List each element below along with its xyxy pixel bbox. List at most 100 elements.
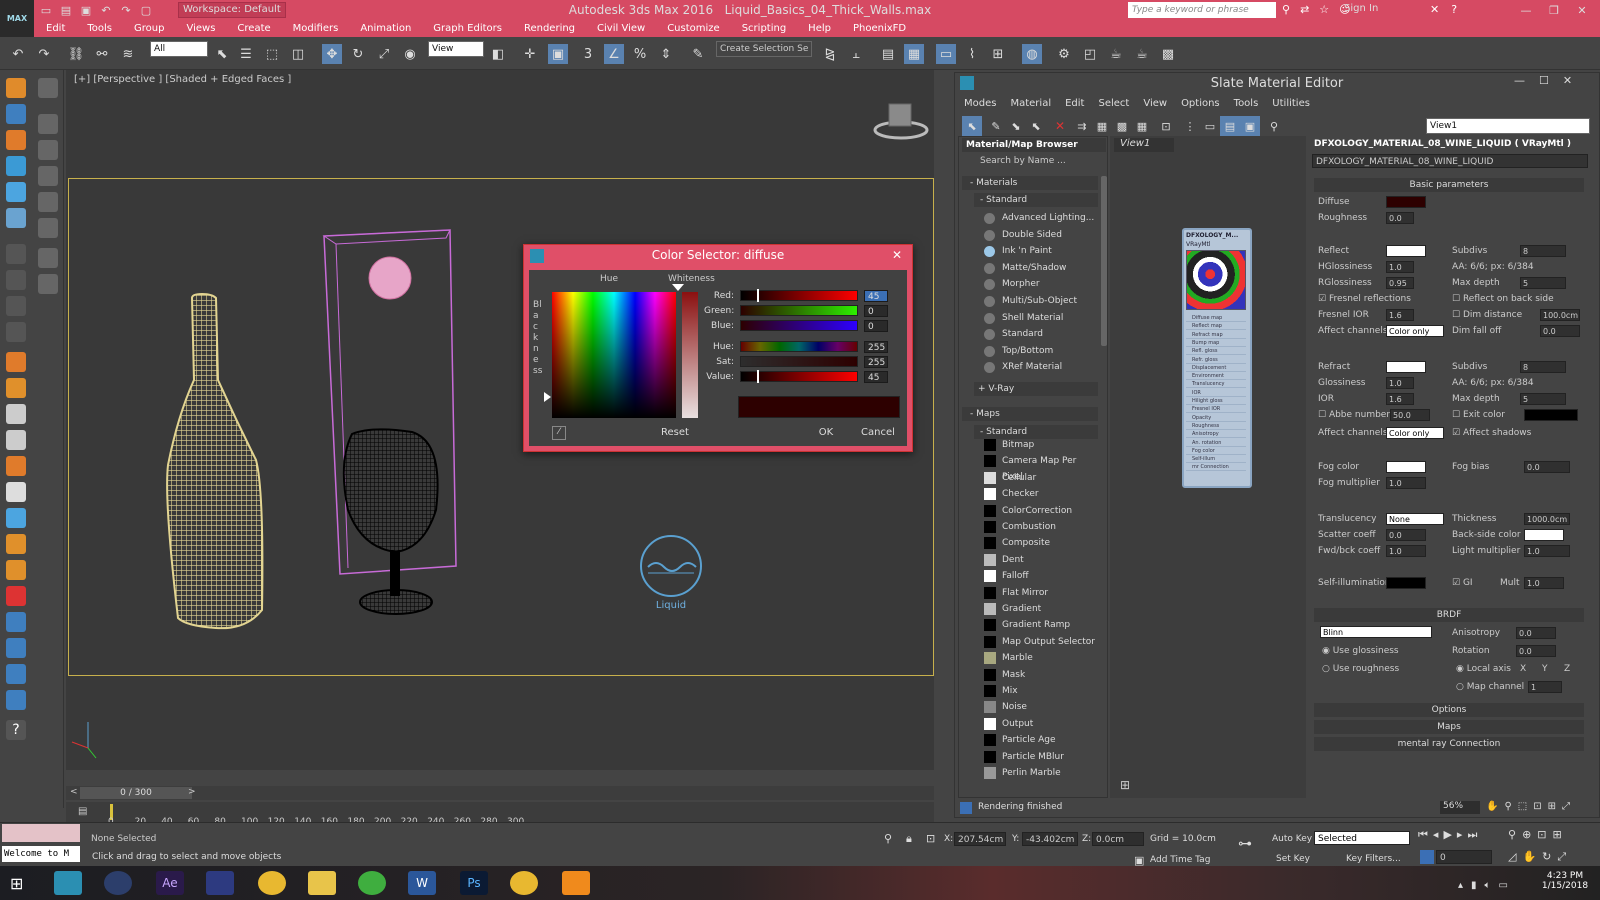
minimize-icon[interactable]: — [1514,74,1525,87]
material-item[interactable]: Shell Material [978,310,1098,326]
select-by-material-icon[interactable]: ⚲ [1264,116,1284,136]
wind-icon[interactable] [6,430,26,450]
menu-graph-editors[interactable]: Graph Editors [433,23,502,34]
sphere-icon[interactable] [38,114,58,134]
menu-tools[interactable]: Tools [87,23,112,34]
menu-civil-view[interactable]: Civil View [597,23,645,34]
slate-menu-material[interactable]: Material [1010,98,1051,114]
node-slot[interactable]: Refr. gloss [1186,356,1246,364]
key-mode-toggle-icon[interactable] [1420,850,1434,864]
start-icon[interactable]: ⊞ [10,874,23,893]
orbit-icon[interactable]: ↻ [1542,850,1551,864]
select-manipulate-icon[interactable]: ✛ [520,44,540,64]
volume-icon[interactable]: 🔈︎ [1485,880,1491,891]
script-run-icon[interactable] [38,248,58,268]
play-icon[interactable]: ▶ [1443,828,1451,842]
parameter-editor-icon[interactable]: ▭ [1200,116,1220,136]
material-name-field[interactable]: DFXOLOGY_MATERIAL_08_WINE_LIQUID [1312,154,1588,168]
pan-icon[interactable]: ✋ [1486,801,1498,812]
map-item[interactable]: Bitmap [978,437,1098,453]
menu-views[interactable]: Views [186,23,215,34]
materials-standard-category[interactable]: - Standard [974,193,1098,207]
mult-field[interactable]: 1.0 [1524,577,1564,589]
use-roughness-radio[interactable]: ○ Use roughness [1322,664,1399,674]
rendered-frame-icon[interactable]: ◰ [1080,44,1100,64]
smoke-icon[interactable] [6,378,26,398]
fog-multiplier-field[interactable]: 1.0 [1386,477,1426,489]
play-icon[interactable] [6,244,26,264]
abbe-checkbox[interactable]: ☐ Abbe number [1318,410,1390,420]
redo-icon[interactable]: ↷ [34,44,54,64]
edit-named-selection-icon[interactable]: ✎ [688,44,708,64]
map-item[interactable]: Flat Mirror [978,585,1098,601]
node-slot[interactable]: Translucency [1186,380,1246,389]
materials-category[interactable]: - Materials [962,176,1098,190]
chrome-2-taskbar-icon[interactable] [510,871,538,895]
maximize-viewport-icon[interactable]: ⤢ [1557,850,1566,864]
pan-icon[interactable]: ✋ [1522,850,1536,864]
wine-glass[interactable] [342,428,439,615]
pivot-center-icon[interactable]: ◧ [488,44,508,64]
maps-rollout[interactable]: Maps [1314,720,1584,734]
minimize-icon[interactable]: — [1512,0,1540,20]
node-slot[interactable]: IOR [1186,389,1246,397]
auto-key-button[interactable]: Auto Key [1272,834,1312,844]
flame-icon[interactable] [6,456,26,476]
star-icon[interactable]: ☆ [1319,3,1329,16]
align-icon[interactable]: ⫠ [846,44,866,64]
affect-shadows-checkbox[interactable]: ☑ Affect shadows [1452,428,1531,438]
layout-children-icon[interactable]: ⋮ [1180,116,1200,136]
material-item[interactable]: Multi/Sub-Object [978,293,1098,309]
node-slot[interactable]: Self-illum [1186,455,1246,464]
tray-clock[interactable]: 4:23 PM 1/15/2018 [1540,871,1590,891]
whiteness-strip[interactable] [682,292,698,418]
stop-icon[interactable] [6,296,26,316]
exchange-icon[interactable]: ⇄ [1300,3,1309,16]
selection-filter-select[interactable]: All [150,41,208,57]
map-item[interactable]: Gradient Ramp [978,617,1098,633]
show-map-icon[interactable]: ▩ [1112,116,1132,136]
help-icon[interactable]: ? [1451,3,1457,16]
map-item[interactable]: Noise [978,699,1098,715]
select-by-name-icon[interactable]: ☰ [236,44,256,64]
liquid-source-sphere[interactable] [368,256,412,300]
map-item[interactable]: Particle Age [978,732,1098,748]
ribbon-icon[interactable]: ▭ [936,44,956,64]
node-slot[interactable]: Reflect map [1186,322,1246,331]
absolute-mode-icon[interactable]: ⊡ [926,832,935,845]
material-item[interactable]: XRef Material [978,359,1098,375]
map-item[interactable]: Mix [978,683,1098,699]
maximize-icon[interactable]: ☐ [1539,74,1549,87]
material-item[interactable]: Ink 'n Paint [978,243,1098,259]
hue-blackness-field[interactable] [552,292,676,418]
navigator-icon[interactable]: ▣ [1240,116,1260,136]
close-x-icon[interactable]: ✕ [1430,3,1439,16]
menu-rendering[interactable]: Rendering [524,23,575,34]
hue-marker-icon[interactable] [672,284,684,291]
value-slider-marker[interactable] [757,370,759,383]
thickness-field[interactable]: 1000.0cm [1524,513,1570,525]
link-icon[interactable]: ⛓ [66,44,86,64]
rect-selection-icon[interactable]: ⬚ [262,44,282,64]
local-axis-radio[interactable]: ◉ Local axis [1456,664,1511,674]
cube-icon[interactable] [6,534,26,554]
restore-icon[interactable]: ❐ [1540,0,1568,20]
time-slider[interactable]: 0 / 300 [80,787,192,799]
eyedropper-icon[interactable]: ⁄ [552,426,566,440]
3dsmax-taskbar-icon[interactable] [54,871,82,895]
cancel-button[interactable]: Cancel [856,425,900,441]
next-frame-icon[interactable]: > [188,787,196,797]
node-slot[interactable]: Anisotropy [1186,430,1246,439]
brdf-type-select[interactable]: Blinn [1320,626,1432,638]
fog-bias-field[interactable]: 0.0 [1524,461,1570,473]
ocean-icon[interactable] [6,638,26,658]
place-icon[interactable]: ◉ [400,44,420,64]
chrome-taskbar-icon[interactable] [258,871,286,895]
slate-menu-options[interactable]: Options [1181,98,1220,114]
light-multiplier-field[interactable]: 1.0 [1524,545,1570,557]
zoom-icon[interactable]: ⚲ [1508,828,1516,841]
scale-icon[interactable]: ⤢ [374,44,394,64]
foam-icon[interactable] [6,664,26,684]
create-panel-icon[interactable] [6,78,26,98]
menu-customize[interactable]: Customize [667,23,720,34]
